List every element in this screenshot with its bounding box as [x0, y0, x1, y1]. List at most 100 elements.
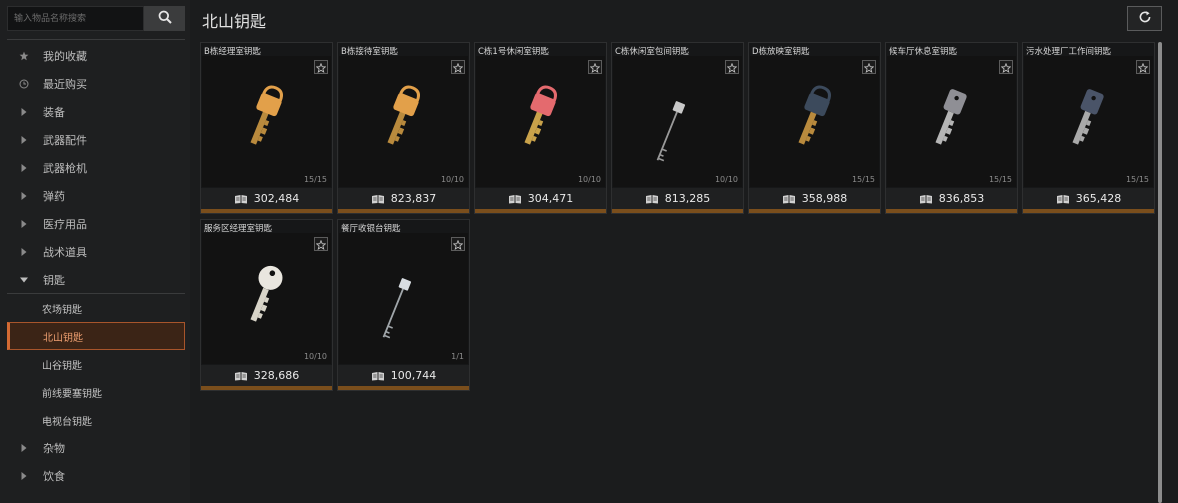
item-image: 10/10 — [339, 56, 468, 187]
caret-right-icon — [13, 191, 35, 201]
scrollbar[interactable] — [1158, 42, 1162, 503]
sidebar-item[interactable]: 钥匙 — [7, 266, 185, 294]
favorite-button[interactable] — [451, 60, 465, 74]
favorite-button[interactable] — [314, 60, 328, 74]
search-button[interactable] — [144, 6, 185, 31]
star-icon — [726, 58, 738, 77]
item-quantity: 10/10 — [714, 175, 738, 184]
currency-icon — [508, 194, 522, 204]
item-price: 358,988 — [801, 192, 848, 205]
caret-right-icon — [13, 471, 35, 481]
item-card[interactable]: 污水处理厂工作间钥匙 15/15 365,428 — [1022, 42, 1155, 214]
favorite-button[interactable] — [588, 60, 602, 74]
sidebar-sub-item[interactable]: 山谷钥匙 — [7, 350, 185, 378]
currency-icon — [371, 194, 385, 204]
item-card[interactable]: D栋放映室钥匙 15/15 358,988 — [748, 42, 881, 214]
sidebar-item[interactable]: 武器配件 — [7, 126, 185, 154]
item-quantity: 1/1 — [451, 352, 464, 361]
rarity-bar — [886, 209, 1017, 213]
sidebar-divider — [7, 39, 185, 40]
item-image: 10/10 — [202, 233, 331, 364]
item-price: 328,686 — [253, 369, 300, 382]
currency-icon — [234, 194, 248, 204]
item-price: 836,853 — [938, 192, 985, 205]
favorite-button[interactable] — [999, 60, 1013, 74]
sidebar-item[interactable]: 最近购买 — [7, 70, 185, 98]
star-icon — [315, 58, 327, 77]
item-image: 10/10 — [476, 56, 605, 187]
sidebar-item[interactable]: 饮食 — [7, 462, 185, 490]
price-row: 823,837 — [338, 188, 469, 209]
rarity-bar — [201, 209, 332, 213]
caret-right-icon — [13, 247, 35, 257]
caret-right-icon — [13, 107, 35, 117]
sidebar-item-label: 钥匙 — [43, 273, 65, 287]
sidebar-sub-item[interactable]: 前线要塞钥匙 — [7, 378, 185, 406]
sidebar-item-label: 杂物 — [43, 442, 65, 455]
sidebar-sub-item[interactable]: 农场钥匙 — [7, 294, 185, 322]
clock-icon — [13, 79, 35, 89]
favorite-button[interactable] — [314, 237, 328, 251]
item-card[interactable]: 服务区经理室钥匙 10/10 328,686 — [200, 219, 333, 391]
price-row: 328,686 — [201, 365, 332, 386]
currency-icon — [234, 371, 248, 381]
favorite-button[interactable] — [1136, 60, 1150, 74]
currency-icon — [1056, 194, 1070, 204]
item-quantity: 15/15 — [988, 175, 1012, 184]
favorite-button[interactable] — [862, 60, 876, 74]
item-card[interactable]: 候车厅休息室钥匙 15/15 836,853 — [885, 42, 1018, 214]
rarity-bar — [612, 209, 743, 213]
sidebar-item-label: 弹药 — [43, 190, 65, 203]
price-row: 304,471 — [475, 188, 606, 209]
sidebar-item-label: 装备 — [43, 106, 65, 119]
sidebar-sub-item[interactable]: 北山钥匙 — [7, 322, 185, 350]
search-input[interactable] — [7, 6, 144, 31]
sidebar-item[interactable]: 弹药 — [7, 182, 185, 210]
item-card[interactable]: C栋1号休闲室钥匙 10/10 304,471 — [474, 42, 607, 214]
sidebar-item[interactable]: 医疗用品 — [7, 210, 185, 238]
rarity-bar — [749, 209, 880, 213]
price-row: 365,428 — [1023, 188, 1154, 209]
item-price: 304,471 — [527, 192, 574, 205]
sidebar-item-label: 战术道具 — [43, 246, 87, 259]
item-card[interactable]: B栋接待室钥匙 10/10 823,837 — [337, 42, 470, 214]
currency-icon — [919, 194, 933, 204]
sidebar-item-label: 武器配件 — [43, 134, 87, 147]
item-quantity: 10/10 — [577, 175, 601, 184]
price-row: 100,744 — [338, 365, 469, 386]
item-price: 823,837 — [390, 192, 437, 205]
sidebar-item-label: 我的收藏 — [43, 50, 87, 63]
price-row: 836,853 — [886, 188, 1017, 209]
category-nav: 我的收藏最近购买装备武器配件武器枪机弹药医疗用品战术道具钥匙农场钥匙 北山钥匙 山谷… — [7, 42, 185, 490]
refresh-icon — [1138, 10, 1152, 27]
item-quantity: 15/15 — [303, 175, 327, 184]
search-bar — [7, 6, 185, 31]
star-icon — [452, 235, 464, 254]
sidebar-item[interactable]: 战术道具 — [7, 238, 185, 266]
caret-right-icon — [13, 219, 35, 229]
caret-down-icon — [13, 276, 35, 284]
rarity-bar — [475, 209, 606, 213]
item-price: 813,285 — [664, 192, 711, 205]
star-icon — [1000, 58, 1012, 77]
item-quantity: 15/15 — [851, 175, 875, 184]
sidebar-item[interactable]: 我的收藏 — [7, 42, 185, 70]
item-image: 1/1 — [339, 233, 468, 364]
sidebar-item-label: 饮食 — [43, 470, 65, 483]
sidebar-sub-item[interactable]: 电视台钥匙 — [7, 406, 185, 434]
caret-right-icon — [13, 443, 35, 453]
item-price: 100,744 — [390, 369, 437, 382]
star-icon — [13, 51, 35, 61]
caret-right-icon — [13, 135, 35, 145]
sidebar-item[interactable]: 杂物 — [7, 434, 185, 462]
item-card[interactable]: B栋经理室钥匙 15/15 302,484 — [200, 42, 333, 214]
sidebar-item[interactable]: 装备 — [7, 98, 185, 126]
refresh-button[interactable] — [1127, 6, 1162, 31]
favorite-button[interactable] — [725, 60, 739, 74]
sidebar-item[interactable]: 武器枪机 — [7, 154, 185, 182]
currency-icon — [371, 371, 385, 381]
favorite-button[interactable] — [451, 237, 465, 251]
item-card[interactable]: C栋休闲室包间钥匙 10/10 813,285 — [611, 42, 744, 214]
item-card[interactable]: 餐厅收银台钥匙 1/1 100,744 — [337, 219, 470, 391]
star-icon — [1137, 58, 1149, 77]
